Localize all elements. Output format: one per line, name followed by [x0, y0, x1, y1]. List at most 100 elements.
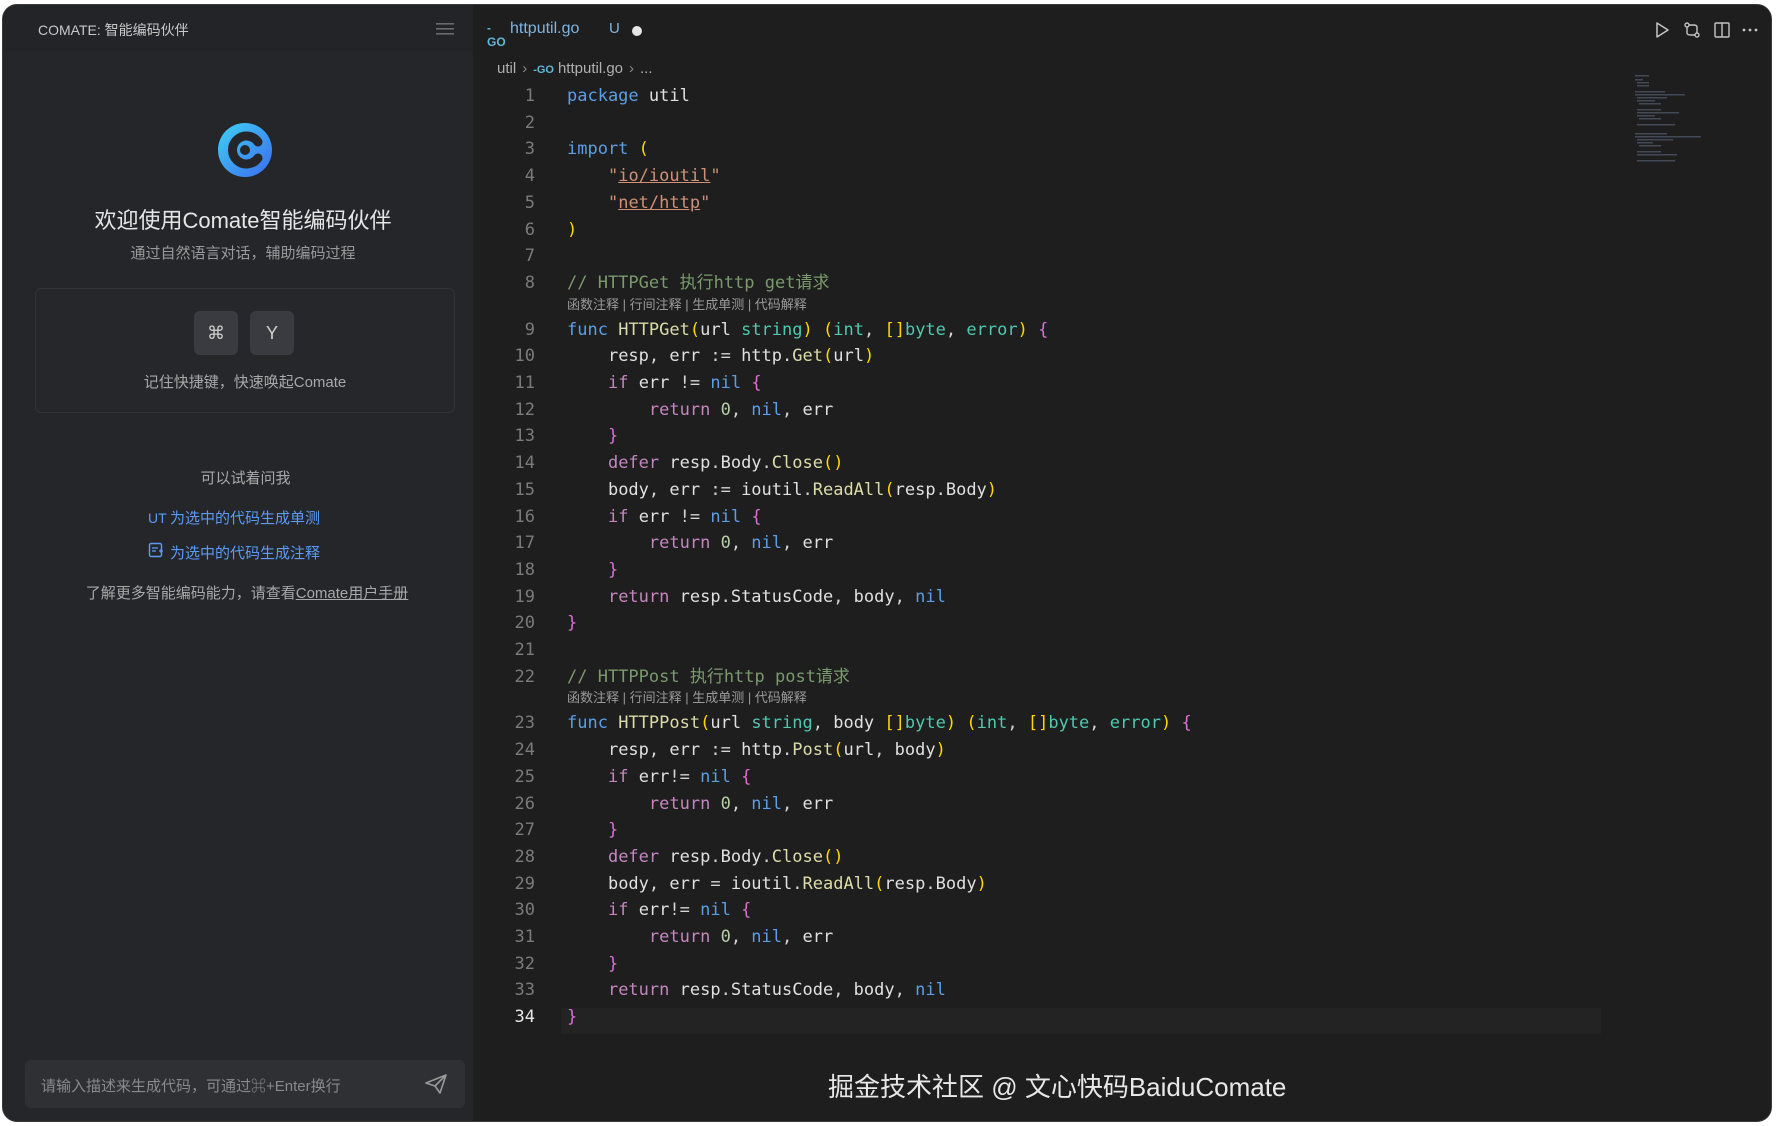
code-line[interactable]: 21: [473, 637, 1693, 663]
code-line[interactable]: 31 return 0, nil, err: [473, 924, 1693, 950]
code-text: import (: [567, 139, 649, 160]
line-number: 25: [514, 766, 535, 787]
line-number: 3: [524, 139, 535, 160]
try-asking-label: 可以试着问我: [200, 470, 291, 487]
code-line[interactable]: 19 return resp.StatusCode, body, nil: [473, 584, 1693, 610]
code-line[interactable]: 5 "net/http": [473, 190, 1693, 216]
code-line[interactable]: 15 body, err := ioutil.ReadAll(resp.Body…: [473, 477, 1693, 503]
line-number: 20: [514, 613, 535, 634]
code-line[interactable]: 13 }: [473, 423, 1693, 449]
line-number: 4: [524, 166, 535, 187]
code-line[interactable]: 30 if err!= nil {: [473, 897, 1693, 923]
code-line[interactable]: 12 return 0, nil, err: [473, 397, 1693, 423]
line-number: 21: [514, 640, 535, 660]
line-number: 5: [524, 192, 535, 213]
code-text: }: [567, 1007, 578, 1028]
breadcrumb-file[interactable]: httputil.go: [558, 60, 623, 77]
code-line[interactable]: 7: [473, 243, 1693, 269]
code-text: return 0, nil, err: [648, 533, 834, 554]
split-editor-icon[interactable]: [1713, 21, 1731, 39]
code-editor: -GO httputil.go U util › -GO httputil.go ›..…: [473, 5, 1771, 1121]
code-text: body, err := ioutil.ReadAll(resp.Body): [607, 479, 998, 500]
y-key: Y: [250, 311, 294, 355]
code-line[interactable]: 22 // HTTPPost 执行http post请求: [473, 664, 1693, 690]
code-line[interactable]: 18 }: [473, 557, 1693, 583]
line-number: 1: [524, 86, 535, 106]
code-text: return resp.StatusCode, body, nil: [607, 980, 946, 1001]
tab-bar: -GO httputil.go U: [473, 5, 1771, 51]
breadcrumb-symbol[interactable]: ...: [640, 60, 653, 77]
code-line[interactable]: 16 if err != nil {: [473, 504, 1693, 530]
code-text: body, err = ioutil.ReadAll(resp.Body): [607, 873, 987, 894]
code-line[interactable]: 2: [473, 110, 1693, 136]
code-text: if err!= nil {: [607, 766, 752, 787]
unsaved-dot-icon[interactable]: [632, 26, 642, 36]
line-number: 30: [514, 900, 535, 921]
code-line[interactable]: 8 // HTTPGet 执行http get请求: [473, 270, 1693, 296]
line-number: 18: [514, 559, 535, 580]
line-number: 13: [514, 426, 535, 447]
line-number: 10: [514, 346, 535, 367]
code-text: }: [607, 426, 619, 447]
git-status-badge: U: [609, 20, 620, 37]
shortcut-hint: 记住快捷键，快速唤起Comate: [143, 374, 347, 391]
code-line[interactable]: 1 package util: [473, 83, 1693, 109]
code-line[interactable]: 24 resp, err := http.Post(url, body): [473, 737, 1693, 763]
line-number: 23: [514, 713, 535, 734]
code-text: return 0, nil, err: [648, 399, 834, 420]
line-number: 22: [514, 666, 535, 687]
unit-test-icon: UT: [148, 510, 167, 526]
line-number: 34: [514, 1007, 535, 1028]
comate-logo-icon: [218, 123, 272, 177]
tab-filename: httputil.go: [510, 20, 580, 37]
code-line[interactable]: 17 return 0, nil, err: [473, 530, 1693, 556]
code-line[interactable]: 34}: [473, 1004, 1693, 1030]
suggestion-generate-unit-test[interactable]: UT 为选中的代码生成单测: [148, 507, 320, 528]
breadcrumb-folder[interactable]: util: [497, 60, 516, 77]
code-line[interactable]: 28 defer resp.Body.Close(): [473, 844, 1693, 870]
code-text: "io/ioutil": [607, 166, 721, 187]
line-number: 24: [514, 740, 535, 761]
suggestion-generate-comment[interactable]: 为选中的代码生成注释: [148, 542, 320, 563]
code-line[interactable]: 3 import (: [473, 136, 1693, 162]
chevron-right-icon: ›: [629, 60, 635, 77]
code-line[interactable]: 27 }: [473, 817, 1693, 843]
welcome-title: 欢迎使用Comate智能编码伙伴: [94, 208, 392, 233]
code-line[interactable]: 23 func HTTPPost(url string, body []byte)…: [473, 710, 1693, 736]
user-manual-link[interactable]: Comate用户手册: [296, 585, 409, 602]
compare-changes-icon[interactable]: [1683, 21, 1701, 39]
code-line[interactable]: 4 "io/ioutil": [473, 163, 1693, 189]
code-line[interactable]: 14 defer resp.Body.Close(): [473, 450, 1693, 476]
menu-icon[interactable]: [436, 22, 454, 36]
welcome-subtitle: 通过自然语言对话，辅助编码过程: [130, 245, 356, 262]
watermark-text: 掘金技术社区 @ 文心快码BaiduComate: [828, 1072, 1287, 1102]
run-icon[interactable]: [1653, 21, 1671, 39]
code-line[interactable]: 29 body, err = ioutil.ReadAll(resp.Body): [473, 871, 1693, 897]
more-actions-icon[interactable]: [1741, 21, 1759, 39]
code-line[interactable]: 32 }: [473, 951, 1693, 977]
line-number: 28: [514, 846, 535, 867]
line-number: 31: [514, 927, 535, 947]
code-line[interactable]: 20}: [473, 610, 1693, 636]
code-line[interactable]: 25 if err!= nil {: [473, 764, 1693, 790]
send-icon[interactable]: [425, 1074, 447, 1094]
code-text: return 0, nil, err: [648, 927, 834, 947]
go-file-icon: -GO: [533, 64, 554, 76]
line-number: 15: [514, 479, 535, 500]
code-text: defer resp.Body.Close(): [607, 846, 844, 867]
code-line[interactable]: 33 return resp.StatusCode, body, nil: [473, 977, 1693, 1003]
shortcut-card: ⌘ Y 记住快捷键，快速唤起Comate: [35, 288, 455, 413]
chat-input[interactable]: 请输入描述来生成代码，可通过⌘+Enter换行: [25, 1060, 465, 1108]
code-line[interactable]: 9 func HTTPGet(url string) (int, []byte, …: [473, 317, 1693, 343]
line-number: 9: [524, 319, 535, 340]
code-text: return 0, nil, err: [648, 793, 834, 814]
comate-sidebar: COMATE: 智能编码伙伴 欢迎使用Comate智能编码伙伴 通过自然语言对话…: [3, 5, 473, 1121]
code-lens-actions[interactable]: 函数注释 | 行间注释 | 生成单测 | 代码解释: [567, 294, 807, 314]
code-lens-actions[interactable]: 函数注释 | 行间注释 | 生成单测 | 代码解释: [567, 687, 807, 707]
code-line[interactable]: 10 resp, err := http.Get(url): [473, 343, 1693, 369]
code-line[interactable]: 26 return 0, nil, err: [473, 791, 1693, 817]
code-line[interactable]: 6): [473, 217, 1693, 243]
line-number: 12: [514, 399, 535, 420]
code-line[interactable]: 11 if err != nil {: [473, 370, 1693, 396]
line-number: 14: [514, 453, 535, 474]
